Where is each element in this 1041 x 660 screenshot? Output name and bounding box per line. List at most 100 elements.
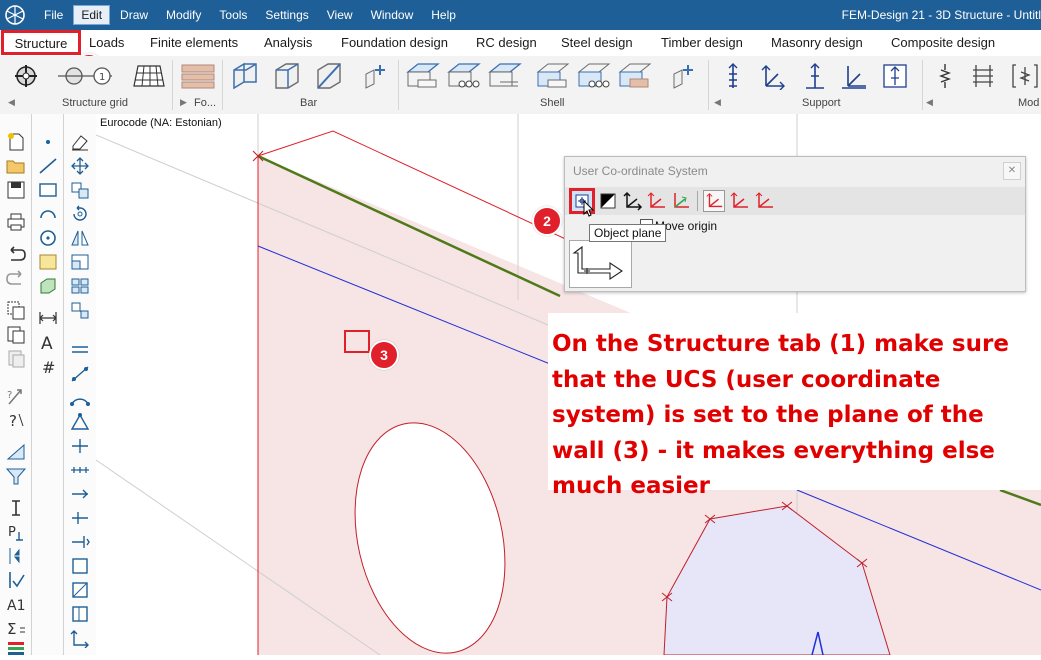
save-icon[interactable] [5, 180, 27, 200]
line-support-icon[interactable] [800, 62, 830, 90]
plane-select-icon[interactable] [597, 190, 619, 212]
ucs-rotate-icon[interactable] [728, 190, 750, 212]
profiled-plate-icon[interactable] [488, 62, 522, 90]
tab-finite-elements[interactable]: Finite elements [150, 35, 238, 50]
redo-icon[interactable] [5, 268, 27, 288]
plate-icon[interactable] [406, 62, 440, 90]
color-layers-icon[interactable] [5, 640, 27, 660]
arc-icon[interactable] [37, 204, 59, 224]
ucs-origin-icon[interactable] [703, 190, 725, 212]
menu-window[interactable]: Window [363, 5, 422, 25]
surface-support-icon[interactable] [880, 62, 910, 90]
axis-grid-icon[interactable] [132, 62, 166, 90]
menu-edit[interactable]: Edit [73, 5, 111, 25]
tab-timber-design[interactable]: Timber design [661, 35, 743, 50]
new-file-icon[interactable] [5, 132, 27, 152]
divide-icon[interactable] [69, 460, 91, 480]
wall-support-icon[interactable] [577, 62, 611, 90]
eraser-icon[interactable] [69, 132, 91, 152]
dimension-icon[interactable] [37, 308, 59, 328]
copy-icon[interactable] [5, 300, 27, 320]
open-folder-icon[interactable] [5, 156, 27, 176]
beam-icon[interactable] [272, 62, 302, 90]
ucs-xy-icon[interactable] [621, 190, 643, 212]
fill-icon[interactable] [37, 252, 59, 272]
rotate-icon[interactable] [69, 204, 91, 224]
split-icon[interactable] [69, 436, 91, 456]
menu-settings[interactable]: Settings [257, 5, 316, 25]
extend-icon[interactable] [69, 484, 91, 504]
shell-add-icon[interactable] [670, 62, 700, 90]
sum-icon[interactable]: Σ [5, 618, 27, 638]
stretch-icon[interactable] [69, 300, 91, 320]
double-spring-icon[interactable] [968, 62, 998, 90]
offset-icon[interactable] [69, 532, 91, 552]
point-grid-icon[interactable] [10, 62, 46, 90]
copy-move-icon[interactable] [69, 180, 91, 200]
region-edit-icon[interactable] [69, 604, 91, 624]
wall-icon[interactable] [536, 62, 570, 90]
ribbon-scroll-icon[interactable]: ◀ [714, 97, 721, 108]
tab-steel-design[interactable]: Steel design [561, 35, 633, 50]
trim-icon[interactable] [69, 364, 91, 384]
grid-line-icon[interactable]: 1 [52, 62, 118, 90]
filter-icon[interactable] [5, 466, 27, 486]
foundation-icon[interactable] [180, 62, 216, 90]
tab-analysis[interactable]: Analysis [264, 35, 312, 50]
horizontal-line-icon[interactable] [69, 340, 91, 360]
tab-structure[interactable]: Structure [1, 30, 81, 55]
parameter-icon[interactable]: P [5, 522, 27, 542]
level-icon[interactable] [5, 546, 27, 566]
label-a1-icon[interactable]: A1 [5, 594, 27, 614]
axis-origin-icon[interactable] [69, 628, 91, 648]
point-support-icon[interactable] [718, 62, 748, 90]
point-icon[interactable] [37, 132, 59, 152]
ucs-x-red-icon[interactable] [645, 190, 667, 212]
circle-icon[interactable] [37, 228, 59, 248]
menu-tools[interactable]: Tools [211, 5, 255, 25]
move-icon[interactable] [69, 156, 91, 176]
menu-draw[interactable]: Draw [112, 5, 156, 25]
rectangle-icon[interactable] [37, 180, 59, 200]
array-icon[interactable] [69, 276, 91, 296]
clipboard-icon[interactable] [5, 348, 27, 368]
query-icon[interactable]: ? [5, 410, 27, 430]
tab-rc-design[interactable]: RC design [476, 35, 537, 50]
line-fixed-support-icon[interactable] [838, 62, 868, 90]
hash-icon[interactable]: # [37, 356, 59, 376]
app-logo-icon[interactable] [4, 4, 26, 26]
ribbon-expand-icon[interactable]: ▶ [180, 97, 187, 108]
menu-help[interactable]: Help [423, 5, 464, 25]
ribbon-scroll-left-icon[interactable]: ◀ [8, 97, 15, 108]
ribbon-scroll-icon[interactable]: ◀ [926, 97, 933, 108]
measure-angle-icon[interactable] [5, 442, 27, 462]
column-icon[interactable] [230, 62, 260, 90]
scale-icon[interactable] [69, 252, 91, 272]
bar-add-icon[interactable] [362, 62, 392, 90]
undo-icon[interactable] [5, 244, 27, 264]
menu-view[interactable]: View [319, 5, 361, 25]
tab-foundation-design[interactable]: Foundation design [341, 35, 448, 50]
region-cut-icon[interactable] [69, 580, 91, 600]
chamfer-icon[interactable] [69, 412, 91, 432]
block-icon[interactable] [37, 276, 59, 296]
fillet-icon[interactable] [69, 388, 91, 408]
paste-icon[interactable] [5, 324, 27, 344]
close-icon[interactable]: ✕ [1003, 162, 1021, 180]
spring-icon[interactable] [930, 62, 960, 90]
menu-file[interactable]: File [36, 5, 71, 25]
bracket-spring-icon[interactable] [1010, 62, 1040, 90]
region-icon[interactable] [69, 556, 91, 576]
tab-composite-design[interactable]: Composite design [891, 35, 995, 50]
ucs-reset-icon[interactable] [753, 190, 775, 212]
break-icon[interactable] [69, 508, 91, 528]
fixed-support-icon[interactable] [756, 62, 786, 90]
truss-icon[interactable] [314, 62, 344, 90]
print-icon[interactable] [5, 212, 27, 232]
check-icon[interactable] [5, 570, 27, 590]
slab-support-icon[interactable] [447, 62, 481, 90]
wall-material-icon[interactable] [618, 62, 652, 90]
query-arrow-icon[interactable]: ? [5, 386, 27, 406]
mirror-icon[interactable] [69, 228, 91, 248]
text-cursor-icon[interactable] [5, 498, 27, 518]
